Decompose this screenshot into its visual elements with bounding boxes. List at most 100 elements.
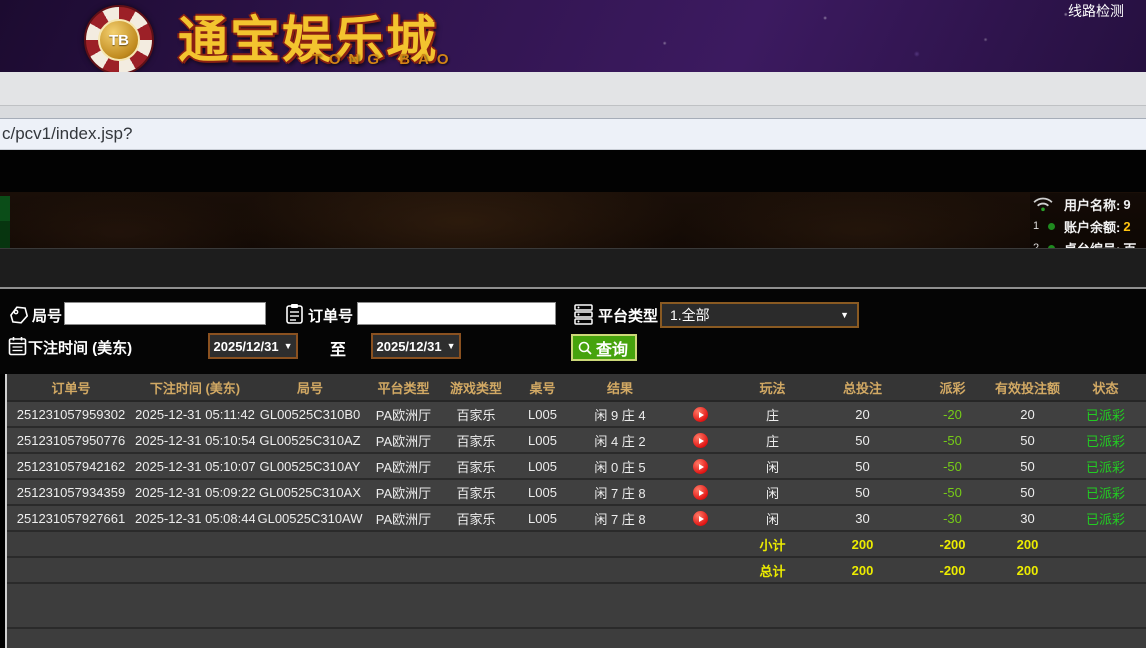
chip-monogram: TB: [98, 19, 140, 61]
scene-green-edge-top: [0, 196, 10, 221]
cell-valid-bet: 20: [990, 401, 1065, 427]
cell-platform: PA欧洲厅: [365, 427, 442, 453]
cell-result: 闲 7 庄 8: [575, 479, 665, 505]
address-bar[interactable]: c/pcv1/index.jsp?: [0, 118, 1146, 150]
search-icon: [577, 340, 593, 356]
cell-bet-time: 2025-12-31 05:08:44: [135, 505, 255, 531]
col-table-no: 桌号: [510, 374, 575, 401]
cell-total-bet: 50: [810, 453, 915, 479]
replay-play-icon[interactable]: [693, 511, 708, 526]
cell-game-type: 百家乐: [442, 479, 510, 505]
cell-total-bet: 50: [810, 479, 915, 505]
page: TB 通宝娱乐城 TONG BAO 线路检测 c/pcv1/index.jsp?: [0, 0, 1146, 648]
cell-round-id: GL00525C310AY: [255, 453, 365, 479]
cell-total-bet: 30: [810, 505, 915, 531]
cell-replay: [665, 453, 735, 479]
cell-game-type: 百家乐: [442, 505, 510, 531]
col-game-type: 游戏类型: [442, 374, 510, 401]
col-total-bet: 总投注: [810, 374, 915, 401]
user-name-label: 用户名称:: [1064, 195, 1120, 214]
cell-replay: [665, 401, 735, 427]
bet-records-table: 订单号 下注时间 (美东) 局号 平台类型 游戏类型 桌号 结果 玩法 总投注 …: [7, 374, 1146, 584]
user-name-value: 9: [1123, 197, 1130, 212]
cell-round-id: GL00525C310AW: [255, 505, 365, 531]
date-range-to-label: 至: [330, 336, 346, 360]
cell-status: 已派彩: [1065, 401, 1146, 427]
cell-round-id: GL00525C310B0: [255, 401, 365, 427]
cell-result: 闲 4 庄 2: [575, 427, 665, 453]
col-play: 玩法: [735, 374, 810, 401]
clipboard-icon: [285, 303, 304, 325]
date-from-value: 2025/12/31: [214, 339, 279, 354]
line-check-link[interactable]: 线路检测: [1068, 1, 1124, 21]
cell-bet-time: 2025-12-31 05:11:42: [135, 401, 255, 427]
table-header-row: 订单号 下注时间 (美东) 局号 平台类型 游戏类型 桌号 结果 玩法 总投注 …: [7, 374, 1146, 401]
cell-result: 闲 7 庄 8: [575, 505, 665, 531]
site-subtitle: TONG BAO: [312, 51, 457, 68]
cell-order-id: 251231057950776: [7, 427, 135, 453]
cell-play: 闲: [735, 505, 810, 531]
cell-play: 闲: [735, 479, 810, 505]
subtotal-label: 小计: [735, 531, 810, 557]
col-platform: 平台类型: [365, 374, 442, 401]
search-button-label: 查询: [596, 336, 628, 360]
user-name-row: 用户名称: 9: [1030, 193, 1146, 215]
col-replay: [665, 374, 735, 401]
cell-table-no: L005: [510, 479, 575, 505]
subtotal-valid-bet: 200: [990, 531, 1065, 557]
replay-play-icon[interactable]: [693, 407, 708, 422]
cell-table-no: L005: [510, 427, 575, 453]
col-result: 结果: [575, 374, 665, 401]
subtotal-row: 小计 200 -200 200: [7, 531, 1146, 557]
casino-chip-logo-icon: TB: [84, 5, 154, 72]
cell-status: 已派彩: [1065, 453, 1146, 479]
cell-payout: -50: [915, 453, 990, 479]
cell-total-bet: 20: [810, 401, 915, 427]
cell-round-id: GL00525C310AZ: [255, 427, 365, 453]
table-row: 251231057950776 2025-12-31 05:10:54 GL00…: [7, 427, 1146, 453]
cell-order-id: 251231057959302: [7, 401, 135, 427]
query-form: 局号 订单号 平台类型 1.全部 ▼: [0, 289, 1146, 374]
cell-game-type: 百家乐: [442, 453, 510, 479]
cell-platform: PA欧洲厅: [365, 479, 442, 505]
cell-payout: -30: [915, 505, 990, 531]
cell-table-no: L005: [510, 401, 575, 427]
date-from-picker[interactable]: 2025/12/31 ▼: [208, 333, 298, 359]
cell-order-id: 251231057927661: [7, 505, 135, 531]
platform-type-select[interactable]: 1.全部 ▼: [660, 302, 859, 328]
divider-strip: [0, 248, 1146, 289]
scene-green-edge-bottom: [0, 221, 10, 248]
subtotal-total-bet: 200: [810, 531, 915, 557]
cell-platform: PA欧洲厅: [365, 505, 442, 531]
cell-table-no: L005: [510, 453, 575, 479]
address-url-text[interactable]: c/pcv1/index.jsp?: [0, 124, 132, 144]
table-id-row: 2 桌台编号: 百: [1030, 237, 1146, 248]
balance-value: 2: [1123, 219, 1130, 234]
date-to-picker[interactable]: 2025/12/31 ▼: [371, 333, 461, 359]
cell-bet-time: 2025-12-31 05:09:22: [135, 479, 255, 505]
search-button[interactable]: 查询: [571, 334, 637, 361]
platform-type-label: 平台类型: [598, 305, 658, 326]
replay-play-icon[interactable]: [693, 433, 708, 448]
cell-valid-bet: 30: [990, 505, 1065, 531]
cell-replay: [665, 427, 735, 453]
col-status: 状态: [1065, 374, 1146, 401]
replay-play-icon[interactable]: [693, 485, 708, 500]
table-row: 251231057927661 2025-12-31 05:08:44 GL00…: [7, 505, 1146, 531]
cell-payout: -50: [915, 427, 990, 453]
table-id-label: 桌台编号:: [1064, 239, 1120, 249]
balance-label: 账户余额:: [1064, 217, 1120, 236]
chevron-down-icon: ▼: [447, 341, 456, 351]
order-id-input[interactable]: [357, 302, 556, 325]
user-info-panel: 用户名称: 9 1 账户余额: 2 2 桌台编号: 百: [1030, 193, 1146, 248]
round-id-input[interactable]: [64, 302, 266, 325]
green-dot-icon: [1048, 223, 1055, 230]
balance-row: 1 账户余额: 2: [1030, 215, 1146, 237]
col-valid-bet: 有效投注额: [990, 374, 1065, 401]
browser-toolbar-strip: [0, 72, 1146, 105]
replay-play-icon[interactable]: [693, 459, 708, 474]
subtotal-payout: -200: [915, 531, 990, 557]
total-row: 总计 200 -200 200: [7, 557, 1146, 583]
cell-platform: PA欧洲厅: [365, 453, 442, 479]
cell-replay: [665, 479, 735, 505]
